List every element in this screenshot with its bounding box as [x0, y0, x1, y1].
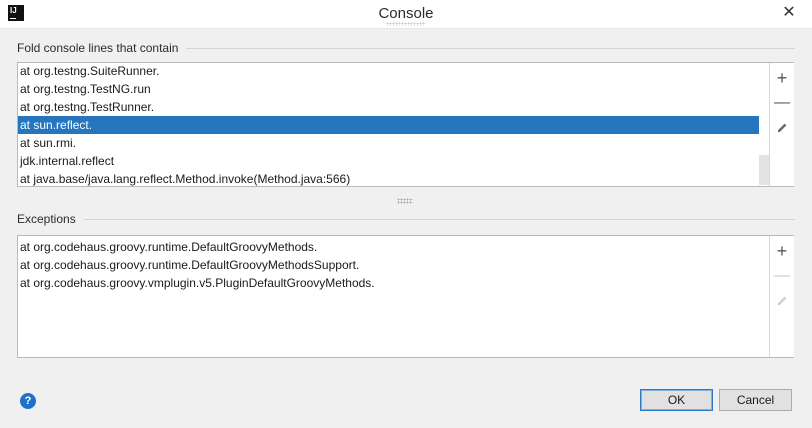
fold-list-scroll-thumb[interactable]	[759, 155, 769, 185]
fold-list-scrollbar[interactable]	[759, 63, 769, 186]
ok-button[interactable]: OK	[640, 389, 713, 411]
exceptions-list-toolbar: + —	[769, 236, 794, 357]
exceptions-section-title: Exceptions	[17, 212, 76, 226]
list-item[interactable]: at sun.rmi.	[18, 134, 759, 152]
fold-lines-list[interactable]: at org.testng.SuiteRunner. at org.testng…	[18, 63, 759, 186]
list-item[interactable]: at org.testng.TestNG.run	[18, 80, 759, 98]
add-exception-button[interactable]: +	[773, 242, 791, 260]
list-item[interactable]: at org.testng.TestRunner.	[18, 98, 759, 116]
close-button[interactable]: ✕	[766, 0, 812, 28]
title-drag-grip	[386, 22, 426, 26]
remove-fold-pattern-button[interactable]: —	[773, 94, 791, 112]
remove-exception-button[interactable]: —	[773, 267, 791, 285]
exceptions-list[interactable]: at org.codehaus.groovy.runtime.DefaultGr…	[18, 236, 769, 357]
splitter-handle[interactable]	[397, 198, 413, 204]
pencil-icon	[778, 123, 787, 132]
edit-exception-button[interactable]	[773, 292, 791, 310]
exceptions-section-header: Exceptions	[17, 212, 795, 226]
add-fold-pattern-button[interactable]: +	[773, 69, 791, 87]
list-item[interactable]: at java.base/java.lang.reflect.Method.in…	[18, 170, 759, 186]
edit-fold-pattern-button[interactable]	[773, 119, 791, 137]
fold-section-title: Fold console lines that contain	[17, 41, 179, 55]
list-item-selected[interactable]: at sun.reflect.	[18, 116, 759, 134]
title-bar: IJ Console ✕	[0, 0, 812, 29]
exceptions-panel: at org.codehaus.groovy.runtime.DefaultGr…	[17, 235, 794, 358]
list-item[interactable]: at org.codehaus.groovy.vmplugin.v5.Plugi…	[18, 274, 769, 292]
fold-section-header: Fold console lines that contain	[17, 41, 795, 55]
fold-lines-panel: at org.testng.SuiteRunner. at org.testng…	[17, 62, 794, 187]
list-item[interactable]: jdk.internal.reflect	[18, 152, 759, 170]
exceptions-section-separator	[83, 218, 795, 220]
list-item[interactable]: at org.codehaus.groovy.runtime.DefaultGr…	[18, 256, 769, 274]
cancel-button[interactable]: Cancel	[719, 389, 792, 411]
list-item[interactable]: at org.codehaus.groovy.runtime.DefaultGr…	[18, 238, 769, 256]
fold-list-toolbar: + —	[769, 63, 794, 186]
help-button[interactable]: ?	[20, 393, 36, 409]
fold-section-separator	[186, 47, 795, 49]
list-item[interactable]: at org.testng.SuiteRunner.	[18, 63, 759, 80]
pencil-icon	[778, 296, 787, 305]
